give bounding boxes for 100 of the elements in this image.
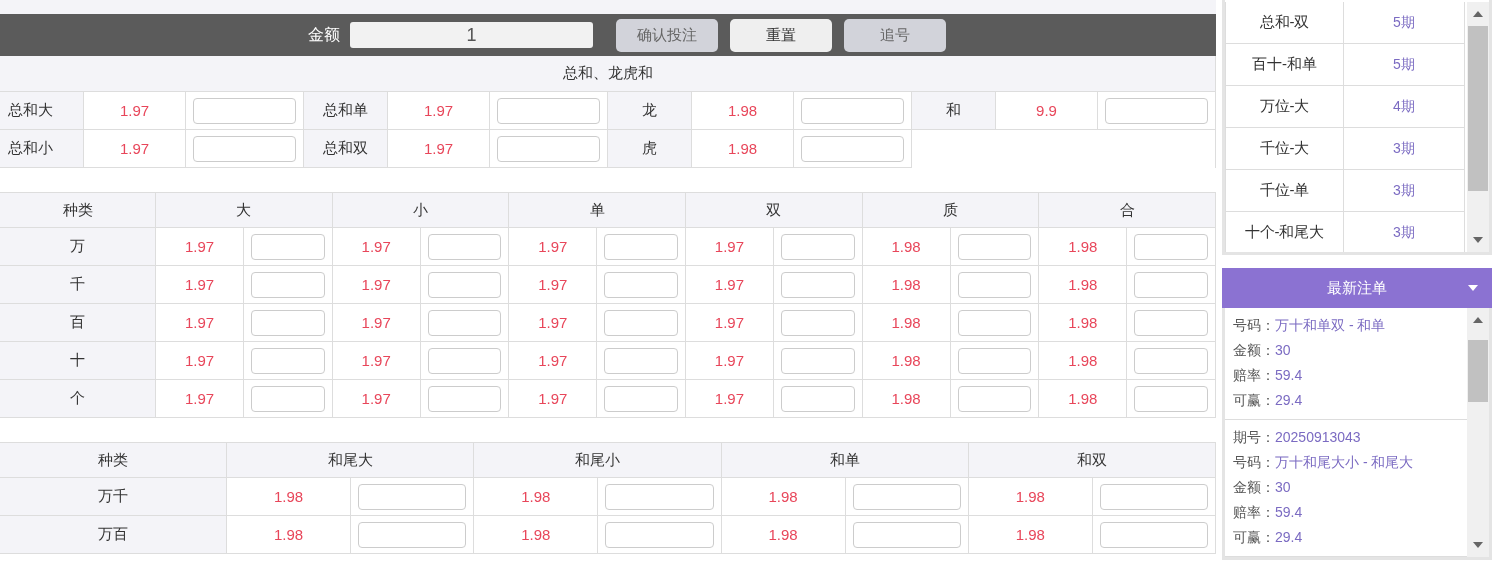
bet-amount-input[interactable] bbox=[957, 347, 1032, 374]
bet-amount-input[interactable] bbox=[497, 97, 600, 124]
bet-amount-input[interactable] bbox=[852, 521, 961, 548]
bet-amount-input[interactable] bbox=[604, 233, 678, 260]
column-header: 小 bbox=[332, 193, 510, 228]
bet-amount-input[interactable] bbox=[427, 271, 502, 298]
field-value: 万十和单双 - 和单 bbox=[1275, 317, 1386, 333]
trend-name: 千位-大 bbox=[1226, 128, 1344, 169]
streak-count: 4期 bbox=[1344, 86, 1465, 127]
trend-name: 千位-单 bbox=[1226, 170, 1344, 211]
bet-amount-input[interactable] bbox=[801, 135, 904, 162]
bet-amount-input[interactable] bbox=[427, 309, 502, 336]
row-label: 千 bbox=[0, 266, 156, 304]
scrollbar-thumb[interactable] bbox=[1468, 340, 1488, 402]
bet-amount-input[interactable] bbox=[427, 385, 502, 412]
bet-amount-input[interactable] bbox=[1134, 385, 1208, 412]
panel-header[interactable]: 最新注单 bbox=[1222, 268, 1492, 308]
bet-amount-input[interactable] bbox=[427, 347, 502, 374]
bet-amount-input[interactable] bbox=[251, 271, 325, 298]
odds-value: 1.98 bbox=[968, 478, 1093, 516]
amount-input[interactable]: 1 bbox=[350, 22, 593, 48]
scrollbar[interactable] bbox=[1467, 2, 1489, 252]
field-value: 30 bbox=[1275, 342, 1291, 358]
caret-icon[interactable] bbox=[1468, 285, 1478, 291]
bet-amount-input[interactable] bbox=[193, 97, 296, 124]
odds-value: 1.97 bbox=[685, 266, 774, 304]
bet-amount-input[interactable] bbox=[427, 233, 502, 260]
odds-value: 1.98 bbox=[862, 380, 951, 418]
bet-amount-input[interactable] bbox=[251, 347, 325, 374]
odds-value: 1.97 bbox=[685, 228, 774, 266]
row-label: 万 bbox=[0, 228, 156, 266]
scroll-up-icon[interactable] bbox=[1473, 11, 1483, 17]
bet-amount-input[interactable] bbox=[358, 483, 467, 510]
scroll-down-icon[interactable] bbox=[1473, 237, 1483, 243]
field-label: 可赢： bbox=[1233, 529, 1275, 545]
bet-amount-input[interactable] bbox=[780, 385, 855, 412]
bet-amount-input[interactable] bbox=[1105, 97, 1208, 124]
field-label: 可赢： bbox=[1233, 392, 1275, 408]
column-header: 种类 bbox=[0, 193, 156, 228]
odds-value: 1.98 bbox=[227, 516, 351, 554]
scrollbar-thumb[interactable] bbox=[1468, 26, 1488, 191]
scroll-down-icon[interactable] bbox=[1473, 542, 1483, 548]
bet-amount-input[interactable] bbox=[957, 271, 1032, 298]
bet-amount-input[interactable] bbox=[957, 385, 1032, 412]
bet-amount-input[interactable] bbox=[604, 309, 678, 336]
scrollbar[interactable] bbox=[1467, 308, 1489, 557]
odds-value: 1.98 bbox=[474, 516, 599, 554]
bet-amount-input[interactable] bbox=[251, 309, 325, 336]
bet-amount-input[interactable] bbox=[852, 483, 961, 510]
odds-value: 1.98 bbox=[692, 92, 794, 130]
odds-value: 1.97 bbox=[509, 228, 598, 266]
odds-value: 1.97 bbox=[509, 266, 598, 304]
bet-amount-input[interactable] bbox=[497, 135, 600, 162]
bet-label: 和 bbox=[912, 92, 996, 130]
bet-amount-input[interactable] bbox=[1134, 347, 1208, 374]
bet-amount-input[interactable] bbox=[251, 233, 325, 260]
bet-amount-input[interactable] bbox=[1099, 521, 1208, 548]
column-header: 单 bbox=[509, 193, 686, 228]
odds-value: 1.98 bbox=[862, 228, 951, 266]
bet-amount-input[interactable] bbox=[957, 233, 1032, 260]
streak-count: 5期 bbox=[1344, 44, 1465, 85]
trend-name: 总和-双 bbox=[1226, 2, 1344, 43]
odds-value: 1.98 bbox=[1039, 266, 1128, 304]
bet-amount-input[interactable] bbox=[358, 521, 467, 548]
bet-label: 龙 bbox=[608, 92, 692, 130]
odds-value: 1.98 bbox=[692, 130, 794, 168]
streak-count: 5期 bbox=[1344, 2, 1465, 43]
bet-amount-input[interactable] bbox=[604, 347, 678, 374]
bet-amount-input[interactable] bbox=[251, 385, 325, 412]
bet-amount-input[interactable] bbox=[801, 97, 904, 124]
bet-amount-input[interactable] bbox=[1099, 483, 1208, 510]
column-header: 和单 bbox=[721, 443, 969, 478]
field-value: 29.4 bbox=[1275, 529, 1303, 545]
odds-value: 1.97 bbox=[156, 266, 244, 304]
bet-amount-input[interactable] bbox=[604, 385, 678, 412]
odds-value: 1.97 bbox=[156, 228, 244, 266]
bet-amount-input[interactable] bbox=[1134, 271, 1208, 298]
bet-amount-input[interactable] bbox=[957, 309, 1032, 336]
bet-amount-input[interactable] bbox=[1134, 309, 1208, 336]
odds-value: 1.98 bbox=[862, 342, 951, 380]
bet-amount-input[interactable] bbox=[780, 233, 855, 260]
odds-value: 1.97 bbox=[685, 304, 774, 342]
bet-amount-input[interactable] bbox=[604, 271, 678, 298]
scroll-up-icon[interactable] bbox=[1473, 317, 1483, 323]
bet-amount-input[interactable] bbox=[1134, 233, 1208, 260]
odds-value: 1.98 bbox=[1039, 228, 1128, 266]
bet-amount-input[interactable] bbox=[605, 483, 714, 510]
bet-amount-input[interactable] bbox=[780, 271, 855, 298]
bet-amount-input[interactable] bbox=[193, 135, 296, 162]
bet-amount-input[interactable] bbox=[780, 309, 855, 336]
odds-value: 1.98 bbox=[1039, 304, 1128, 342]
odds-value: 1.98 bbox=[862, 304, 951, 342]
odds-value: 1.97 bbox=[332, 380, 421, 418]
odds-value: 1.98 bbox=[1039, 380, 1128, 418]
bet-amount-input[interactable] bbox=[780, 347, 855, 374]
bet-label: 总和小 bbox=[0, 130, 84, 168]
bet-amount-input[interactable] bbox=[605, 521, 714, 548]
bet-action-button[interactable]: 重置 bbox=[730, 18, 832, 52]
field-label: 金额： bbox=[1233, 479, 1275, 495]
field-value: 29.4 bbox=[1275, 392, 1303, 408]
